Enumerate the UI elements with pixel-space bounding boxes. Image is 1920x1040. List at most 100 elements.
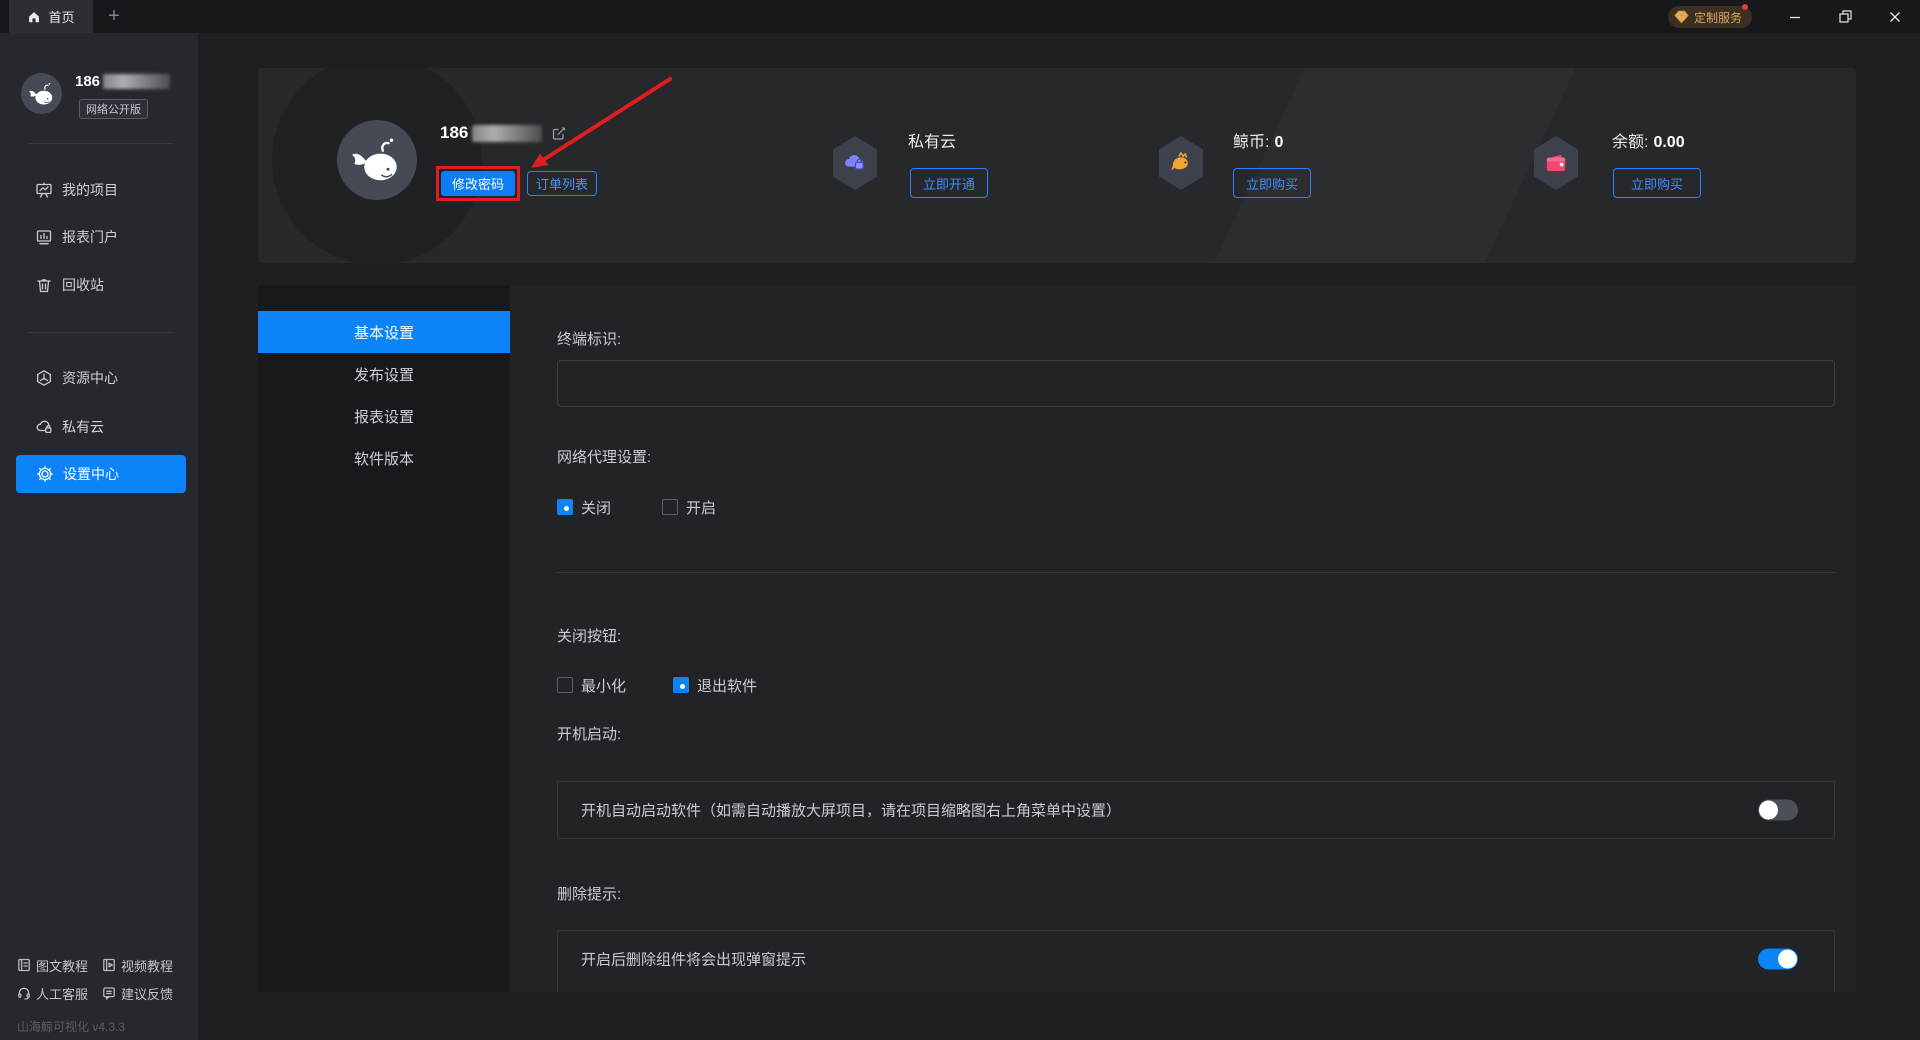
close-button-label: 关闭按钮: [557,628,622,645]
tab-report-settings[interactable]: 报表设置 [258,395,510,437]
card-title-private-cloud: 私有云 [908,134,957,151]
footer-link-video-tutorial[interactable]: 视频教程 [102,956,173,974]
headset-icon [18,987,30,1000]
sidebar-item-private-cloud[interactable]: 私有云 [0,412,199,442]
feedback-icon [103,987,115,1000]
sidebar-item-label: 私有云 [62,419,104,435]
footer-link-label: 图文教程 [36,958,89,974]
autostart-description: 开机自动启动软件（如需自动播放大屏项目，请在项目缩略图右上角菜单中设置） [581,802,1122,820]
sidebar-item-label: 我的项目 [62,182,118,198]
sidebar-item-label: 设置中心 [63,466,119,482]
close-option-exit[interactable]: 退出软件 [673,675,757,695]
whale-coin-hexagon [1157,136,1205,190]
app-version: 山海鲸可视化 v4.3.3 [17,1020,126,1034]
toggle-knob [1759,800,1778,820]
option-label: 最小化 [581,677,627,695]
footer-link-doc-tutorial[interactable]: 图文教程 [17,956,88,974]
tab-software-version[interactable]: 软件版本 [258,437,510,479]
network-proxy-label: 网络代理设置: [557,449,652,466]
proxy-option-on[interactable]: 开启 [662,497,716,517]
restore-icon [1838,10,1852,23]
footer-link-label: 建议反馈 [121,986,174,1002]
private-cloud-hexagon [831,136,879,190]
notification-dot [1742,4,1749,10]
tab-basic-settings[interactable]: 基本设置 [258,311,510,353]
option-label: 退出软件 [697,677,758,695]
terminal-id-label: 终端标识: [557,331,622,348]
minimize-button[interactable] [1775,0,1815,33]
footer-link-support[interactable]: 人工客服 [17,984,88,1002]
custom-service-label: 定制服务 [1694,10,1743,25]
tab-home[interactable]: 首页 [9,0,93,33]
sidebar-item-label: 资源中心 [62,370,118,386]
autostart-row: 开机自动启动软件（如需自动播放大屏项目，请在项目缩略图右上角菜单中设置） [557,781,1835,839]
cloud-lock-icon [36,420,52,434]
change-password-button[interactable]: 修改密码 [441,171,515,196]
gem-icon [1674,10,1689,24]
checkbox-checked[interactable] [673,677,689,693]
checkbox-unchecked[interactable] [557,677,573,693]
banner-avatar [337,120,417,200]
sidebar-username: 186 [75,73,171,90]
option-label: 关闭 [581,499,612,517]
private-cloud-purple-icon [845,155,864,170]
username-prefix: 186 [75,73,101,90]
close-icon [1890,11,1900,22]
settings-content: 终端标识: 网络代理设置: 关闭 开启 关闭按钮: 最小化 退出软件 开机启动:… [510,285,1856,992]
open-now-button[interactable]: 立即开通 [910,168,988,198]
delete-tip-row: 开启后删除组件将会出现弹窗提示 [557,930,1835,992]
tab-publish-settings[interactable]: 发布设置 [258,353,510,395]
settings-tab-column: 基本设置 发布设置 报表设置 软件版本 [258,285,510,992]
trash-icon [37,279,51,293]
sidebar-item-my-projects[interactable]: 我的项目 [0,175,199,205]
sidebar-item-report-portal[interactable]: 报表门户 [0,222,199,252]
restore-button[interactable] [1825,0,1865,33]
report-portal-icon [36,230,52,245]
account-banner: 186 修改密码 订单列表 私有云 立即开通 鲸币: 0 立即购买 余额: 0.… [258,68,1856,263]
proxy-option-off[interactable]: 关闭 [557,497,611,517]
buy-balance-button[interactable]: 立即购买 [1613,168,1701,198]
sidebar-item-label: 报表门户 [62,229,118,245]
close-option-minimize[interactable]: 最小化 [557,675,626,695]
username-masked-blur [103,74,171,89]
gear-icon [36,465,54,483]
custom-service-badge[interactable]: 定制服务 [1668,4,1753,28]
doc-tutorial-icon [18,958,30,972]
delete-tip-toggle-on[interactable] [1758,948,1798,970]
delete-tip-description: 开启后删除组件将会出现弹窗提示 [581,951,807,969]
option-label: 开启 [686,499,717,517]
banner-username: 186 [440,123,566,143]
sidebar-item-resource-center[interactable]: 资源中心 [0,363,199,393]
checkbox-checked[interactable] [557,499,573,515]
user-avatar [21,73,62,114]
new-tab-button[interactable]: + [100,0,128,33]
wallet-pink-icon [1546,154,1566,172]
minimize-icon [1790,16,1800,18]
toggle-knob [1778,949,1797,969]
home-icon [29,11,40,22]
titlebar: 首页 + 定制服务 [0,0,1920,33]
autostart-toggle-off[interactable] [1758,799,1798,821]
close-button[interactable] [1875,0,1915,33]
sidebar-item-recycle-bin[interactable]: 回收站 [0,270,199,300]
card-title-balance: 余额: 0.00 [1612,134,1685,151]
plan-badge: 网络公开版 [79,99,148,119]
username-prefix: 186 [440,123,469,142]
sidebar-item-settings-center[interactable]: 设置中心 [16,455,186,493]
footer-link-label: 人工客服 [36,986,89,1002]
edit-username-icon[interactable] [552,126,566,140]
card-title-whale-coin: 鲸币: 0 [1233,134,1284,151]
terminal-id-input[interactable] [557,360,1835,407]
sidebar-divider [28,332,173,333]
balance-hexagon [1532,136,1580,190]
buy-coin-button[interactable]: 立即购买 [1233,168,1311,198]
tab-home-label: 首页 [48,10,75,25]
resource-hexagon-icon [37,370,51,386]
sidebar-item-label: 回收站 [62,277,104,293]
footer-link-feedback[interactable]: 建议反馈 [102,984,173,1002]
order-list-button[interactable]: 订单列表 [527,171,597,196]
whale-logo-icon [28,82,52,104]
sidebar: 186 网络公开版 我的项目 报表门户 回收站 资源中心 私有云 设置中心 图文… [0,33,199,1040]
whale-coin-orange-icon [1171,151,1188,171]
checkbox-unchecked[interactable] [662,499,678,515]
